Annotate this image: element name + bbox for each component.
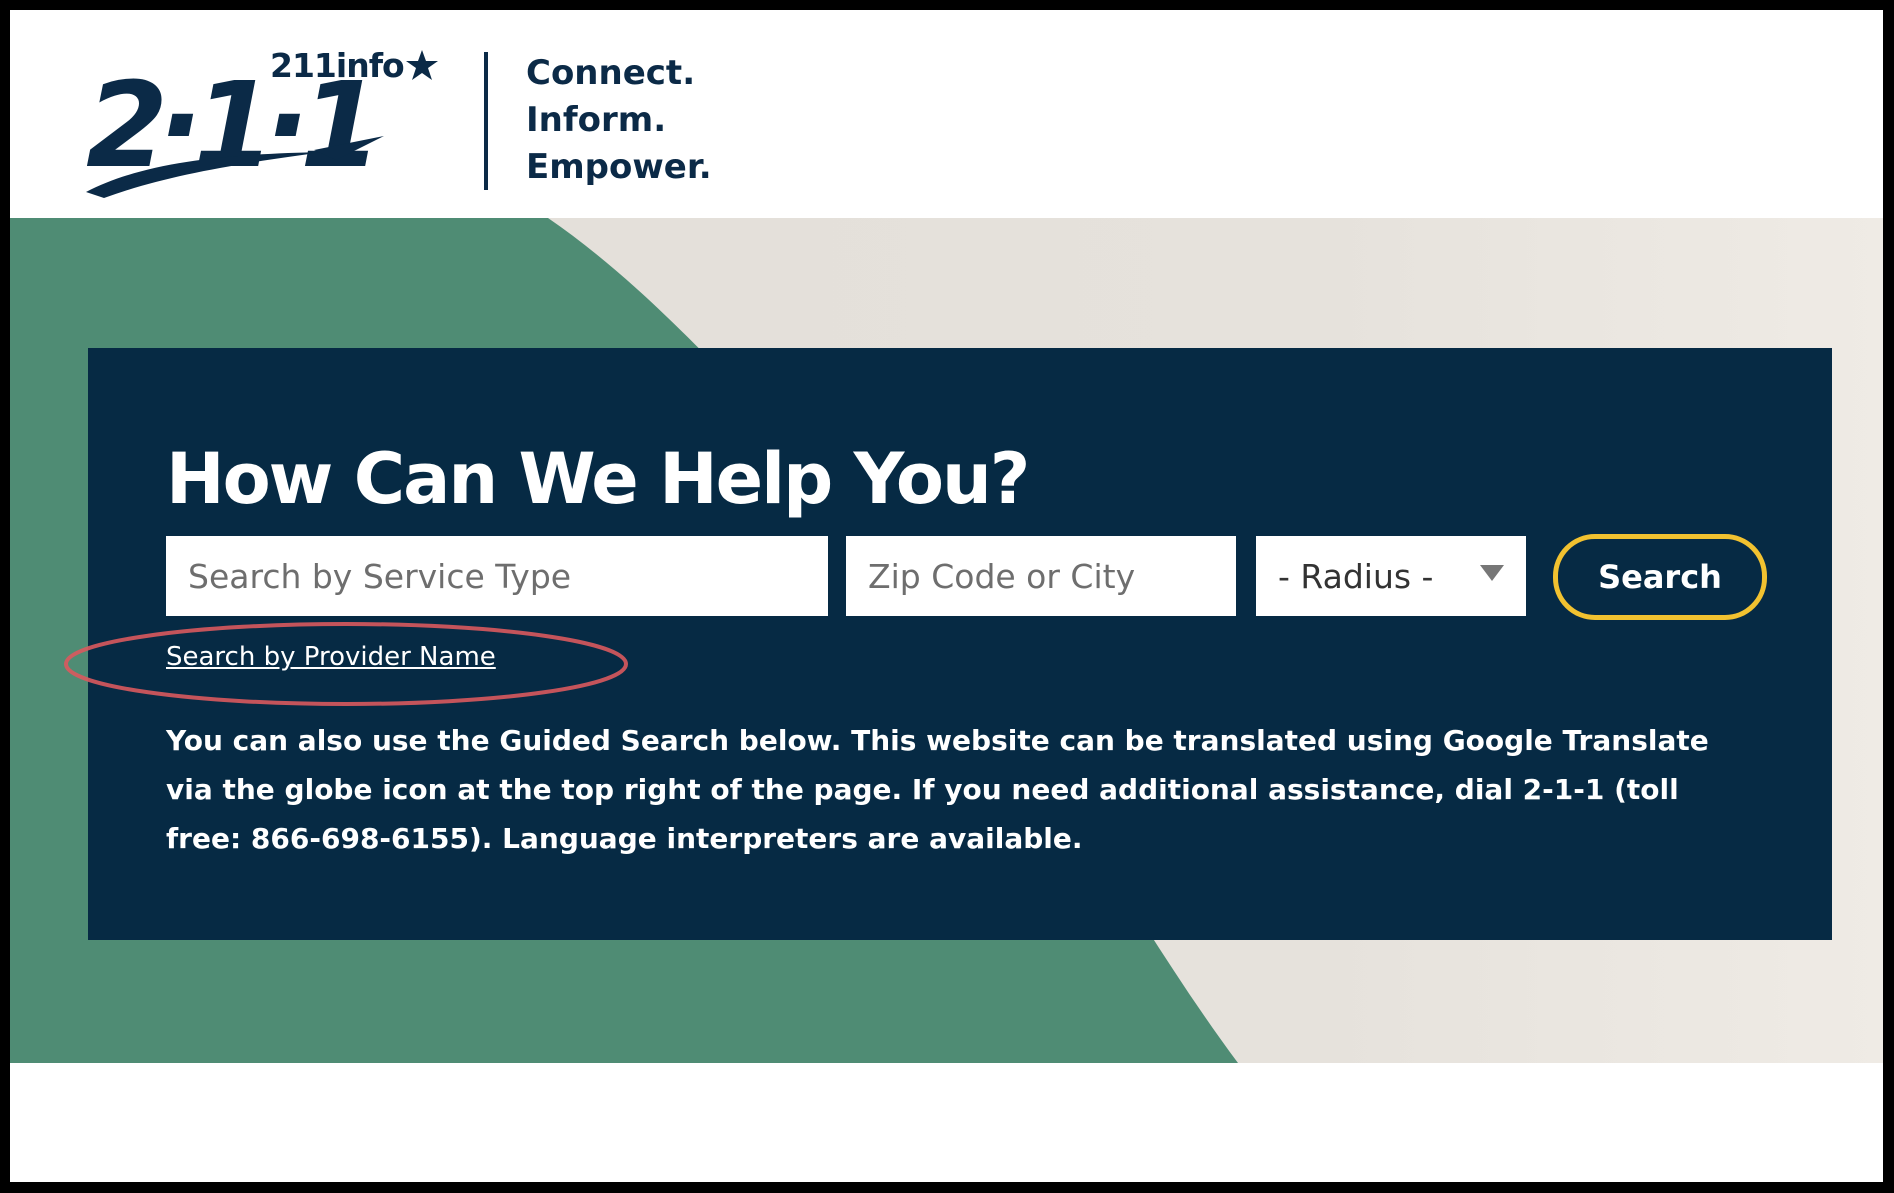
- site-logo[interactable]: 211info 2·1·1: [84, 44, 464, 198]
- search-by-provider-link[interactable]: Search by Provider Name: [166, 642, 496, 672]
- service-type-input[interactable]: [166, 536, 828, 616]
- star-icon: [406, 50, 438, 80]
- zip-city-input[interactable]: [846, 536, 1236, 616]
- header-divider: [484, 52, 488, 190]
- page-frame: 211info 2·1·1 Connect. Inform. Empower. …: [10, 10, 1883, 1182]
- page-title: How Can We Help You?: [166, 438, 1030, 520]
- bottom-area: [10, 1063, 1883, 1182]
- search-panel: How Can We Help You? - Radius - Search S…: [64, 348, 1832, 940]
- chevron-down-icon: [1480, 565, 1504, 581]
- info-text: You can also use the Guided Search below…: [166, 724, 1709, 855]
- search-button[interactable]: Search: [1553, 534, 1767, 620]
- radius-select-label: - Radius -: [1278, 556, 1434, 596]
- site-header: 211info 2·1·1 Connect. Inform. Empower.: [10, 10, 1883, 218]
- tagline-line-1: Connect.: [526, 53, 696, 93]
- tagline-line-3: Empower.: [526, 147, 712, 187]
- tagline: Connect. Inform. Empower.: [526, 50, 712, 191]
- hero-section: How Can We Help You? - Radius - Search S…: [10, 218, 1883, 1063]
- logo-swoosh-icon: [86, 136, 384, 198]
- tagline-line-2: Inform.: [526, 100, 667, 140]
- radius-select[interactable]: - Radius -: [1256, 536, 1526, 616]
